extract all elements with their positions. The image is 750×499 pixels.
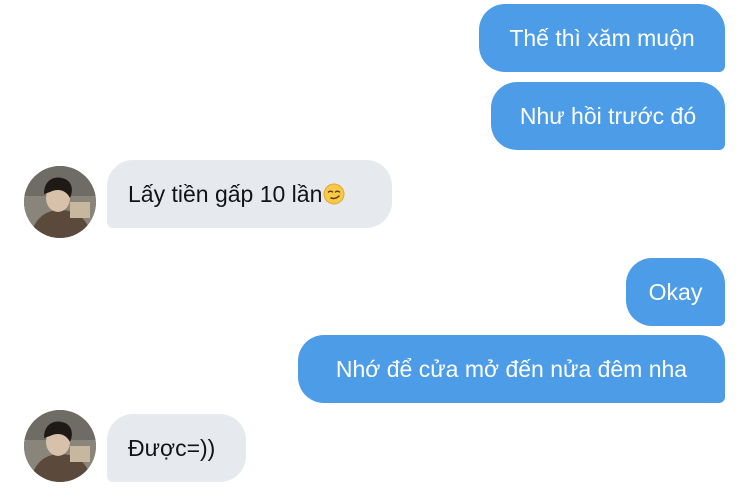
person-photo-icon xyxy=(24,166,96,238)
message-text: Lấy tiền gấp 10 lần xyxy=(128,181,323,207)
outgoing-message-bubble[interactable]: Okay xyxy=(626,258,725,326)
incoming-message-bubble[interactable]: Được=)) xyxy=(107,414,246,482)
contact-avatar[interactable] xyxy=(24,410,96,482)
message-text: Nhớ để cửa mở đến nửa đêm nha xyxy=(335,356,688,382)
message-text: Okay xyxy=(648,279,703,305)
outgoing-message-bubble[interactable]: Như hồi trước đó xyxy=(491,82,725,150)
contact-avatar[interactable] xyxy=(24,166,96,238)
message-text: Được=)) xyxy=(128,435,216,461)
smirking-face-icon xyxy=(323,163,345,205)
message-text: Như hồi trước đó xyxy=(519,103,697,129)
person-photo-icon xyxy=(24,410,96,482)
outgoing-message-bubble[interactable]: Thế thì xăm muộn xyxy=(479,4,725,72)
incoming-message-bubble[interactable]: Lấy tiền gấp 10 lần xyxy=(107,160,392,228)
outgoing-message-bubble[interactable]: Nhớ để cửa mở đến nửa đêm nha xyxy=(298,335,725,403)
message-text: Thế thì xăm muộn xyxy=(509,25,695,51)
